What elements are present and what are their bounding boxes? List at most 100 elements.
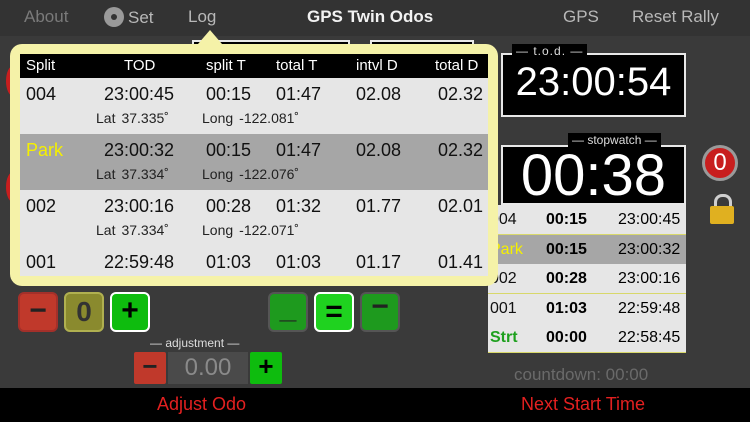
- about-tab[interactable]: About: [24, 7, 68, 27]
- split-name: 001: [490, 299, 517, 317]
- log-cell-split-t: 00:28: [206, 196, 252, 216]
- log-row[interactable]: 002 23:00:16 00:28 01:32 01.77 02.01 Lat 37.334…: [20, 190, 488, 247]
- adjust-odo-button[interactable]: Adjust Odo: [157, 394, 246, 415]
- col-header-total-t: total T: [276, 57, 318, 74]
- lat-value: 37.335˚: [121, 110, 169, 126]
- tod-label-text: t.o.d.: [533, 44, 567, 58]
- stopwatch-value: 00:38: [520, 143, 667, 208]
- stopwatch-split-row[interactable]: 001 01:03 22:59:48: [488, 293, 686, 324]
- log-cell-total-d: 02.32: [438, 140, 484, 160]
- split-tod: 22:58:45: [618, 329, 681, 347]
- gear-icon: [104, 7, 124, 27]
- stopwatch-reset-button[interactable]: 0: [702, 145, 738, 181]
- reset-rally-button[interactable]: Reset Rally: [632, 7, 719, 27]
- log-cell-split: 004: [26, 84, 57, 104]
- log-cell-total-t: 01:32: [276, 196, 322, 216]
- stopwatch-split-row[interactable]: Park 00:15 23:00:32: [488, 234, 686, 265]
- split-tod: 23:00:16: [618, 270, 681, 288]
- tod-value: 23:00:54: [515, 60, 672, 104]
- odo2-low-button[interactable]: _: [268, 292, 308, 332]
- log-cell-lat: Lat 37.334˚: [96, 222, 169, 238]
- log-cell-long: Long -122.071˚: [202, 222, 299, 238]
- lat-value: 37.334˚: [121, 222, 169, 238]
- odo-decrement-button[interactable]: −: [18, 292, 58, 332]
- log-cell-intvl-d: 01.77: [356, 196, 402, 216]
- long-label: Long: [202, 222, 234, 238]
- log-cell-long: Long -122.081˚: [202, 110, 299, 126]
- next-start-time-button[interactable]: Next Start Time: [521, 394, 645, 415]
- lock-icon[interactable]: [710, 206, 734, 224]
- col-header-total-d: total D: [435, 57, 479, 74]
- split-tod: 22:59:48: [618, 299, 681, 317]
- adjustment-plus-button[interactable]: +: [250, 352, 282, 384]
- log-cell-total-d: 02.01: [438, 196, 484, 216]
- odo-zero-button[interactable]: 0: [64, 292, 104, 332]
- long-label: Long: [202, 110, 234, 126]
- log-cell-total-t: 01:47: [276, 140, 322, 160]
- split-time: 00:28: [546, 270, 587, 288]
- odo-increment-button[interactable]: +: [110, 292, 150, 332]
- countdown-display: countdown: 00:00: [514, 365, 649, 384]
- set-tab[interactable]: Set: [104, 7, 154, 28]
- log-cell-split: 002: [26, 196, 57, 216]
- long-value: -122.071˚: [239, 222, 300, 238]
- log-cell-lat: Lat 37.334˚: [96, 166, 169, 182]
- lat-label: Lat: [96, 166, 116, 182]
- app-title: GPS Twin Odos: [307, 7, 434, 26]
- log-cell-split-t: 01:03: [206, 252, 252, 272]
- split-name: Strt: [490, 329, 518, 347]
- long-value: -122.076˚: [239, 166, 300, 182]
- split-time: 00:00: [546, 329, 587, 347]
- split-tod: 23:00:32: [618, 240, 681, 258]
- log-cell-intvl-d: 02.08: [356, 140, 402, 160]
- log-tab[interactable]: Log: [188, 7, 216, 27]
- col-header-tod: TOD: [124, 57, 156, 74]
- log-cell-tod: 23:00:45: [104, 84, 175, 104]
- log-cell-split-t: 00:15: [206, 140, 252, 160]
- stopwatch-split-row[interactable]: 004 00:15 23:00:45: [488, 205, 686, 235]
- log-cell-intvl-d: 01.17: [356, 252, 402, 272]
- bottom-bar: Adjust Odo Next Start Time: [0, 388, 750, 422]
- stopwatch-split-list: 004 00:15 23:00:45 Park 00:15 23:00:32 002 00:2…: [488, 205, 686, 354]
- log-cell-tod: 23:00:16: [104, 196, 175, 216]
- log-cell-total-d: 01.41: [438, 252, 484, 272]
- lat-value: 37.334˚: [121, 166, 169, 182]
- log-cell-total-d: 02.32: [438, 84, 484, 104]
- gps-button[interactable]: GPS: [563, 7, 599, 27]
- long-label: Long: [202, 166, 234, 182]
- log-cell-split: 001: [26, 252, 57, 272]
- lat-label: Lat: [96, 110, 116, 126]
- log-row[interactable]: 001 22:59:48 01:03 01:03 01.17 01.41: [20, 246, 488, 276]
- lat-label: Lat: [96, 222, 116, 238]
- log-cell-split-t: 00:15: [206, 84, 252, 104]
- col-header-split-t: split T: [206, 57, 246, 74]
- adjustment-minus-button[interactable]: −: [134, 352, 166, 384]
- adjustment-label: — adjustment —: [150, 336, 240, 350]
- log-table: Split TOD split T total T intvl D total …: [20, 54, 488, 276]
- stopwatch-split-row[interactable]: 002 00:28 23:00:16: [488, 264, 686, 295]
- col-header-intvl-d: intvl D: [356, 57, 398, 74]
- tod-label: — t.o.d. —: [512, 44, 588, 58]
- stopwatch-split-row[interactable]: Strt 00:00 22:58:45: [488, 323, 686, 354]
- log-popover: Split TOD split T total T intvl D total …: [10, 44, 498, 286]
- log-table-header: Split TOD split T total T intvl D total …: [20, 54, 488, 78]
- log-row[interactable]: 004 23:00:45 00:15 01:47 02.08 02.32 Lat 37.335…: [20, 78, 488, 135]
- log-cell-tod: 22:59:48: [104, 252, 175, 272]
- log-cell-intvl-d: 02.08: [356, 84, 402, 104]
- split-time: 00:15: [546, 211, 587, 228]
- long-value: -122.081˚: [239, 110, 300, 126]
- odo2-equal-button[interactable]: =: [314, 292, 354, 332]
- set-tab-label: Set: [128, 8, 154, 27]
- popover-arrow: [198, 30, 222, 44]
- adjustment-field[interactable]: 0.00: [168, 352, 248, 384]
- log-cell-long: Long -122.076˚: [202, 166, 299, 182]
- log-cell-lat: Lat 37.335˚: [96, 110, 169, 126]
- log-row[interactable]: Park 23:00:32 00:15 01:47 02.08 02.32 Lat 37.33…: [20, 134, 488, 191]
- col-header-split: Split: [26, 57, 56, 74]
- log-cell-total-t: 01:47: [276, 84, 322, 104]
- top-bar: About Set Log GPS Twin Odos GPS Reset Ra…: [0, 0, 750, 36]
- split-time: 00:15: [546, 240, 587, 258]
- odo2-high-button[interactable]: −: [360, 292, 400, 332]
- log-cell-split: Park: [26, 140, 64, 160]
- log-cell-tod: 23:00:32: [104, 140, 175, 160]
